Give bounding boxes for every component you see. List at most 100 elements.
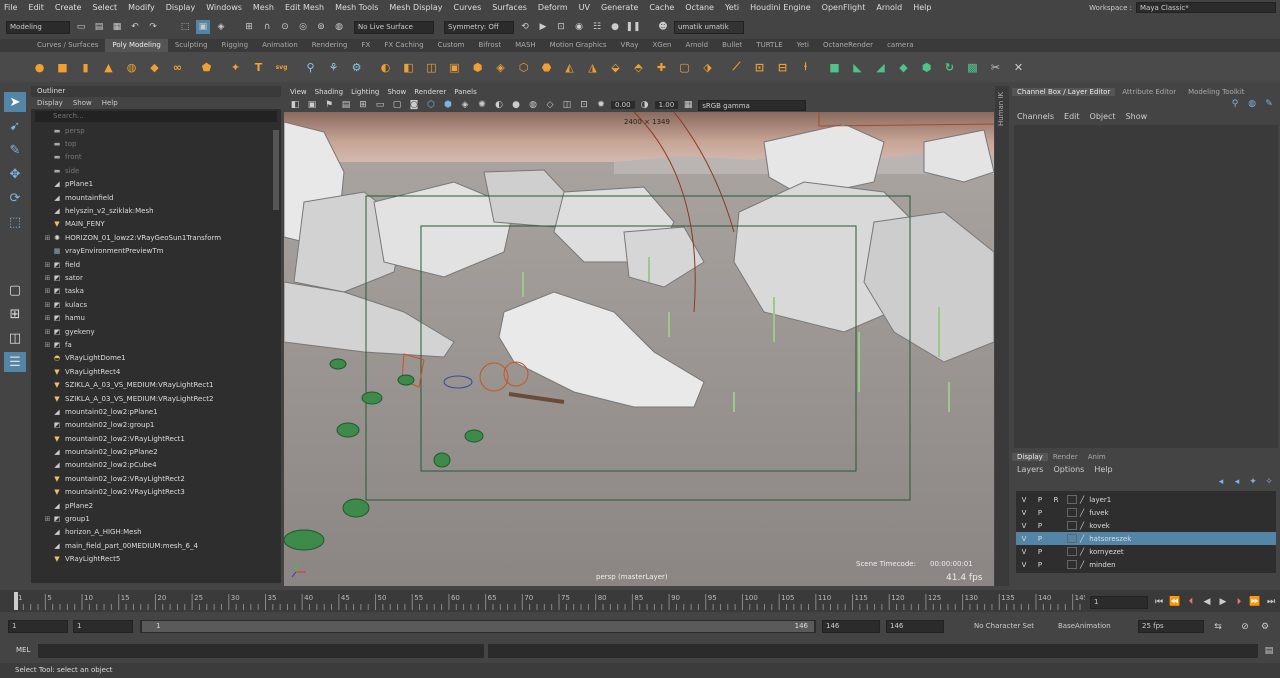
extrude-icon[interactable]: ◮ <box>583 58 602 77</box>
layer-name[interactable]: fuvek <box>1087 509 1276 517</box>
menu-display[interactable]: Display <box>166 3 196 12</box>
color-space-dropdown[interactable]: sRGB gamma <box>698 99 807 111</box>
scale-tool-icon[interactable]: ⬚ <box>4 212 26 232</box>
range-bar[interactable]: 1 146 <box>140 620 816 633</box>
outliner-search-input[interactable]: Search... <box>35 111 277 122</box>
expand-toggle[interactable]: ⊞ <box>43 261 52 269</box>
layer-menu-layers[interactable]: Layers <box>1017 465 1043 474</box>
shelf-tab-rendering[interactable]: Rendering <box>305 39 355 52</box>
select-object-icon[interactable]: ▣ <box>196 20 210 34</box>
poly-cone-icon[interactable]: ▲ <box>99 58 118 77</box>
connect-icon[interactable]: ⊟ <box>773 58 792 77</box>
menu-curves[interactable]: Curves <box>453 3 481 12</box>
wedge-icon[interactable]: ⬘ <box>629 58 648 77</box>
layer-color-swatch[interactable] <box>1067 560 1077 569</box>
shadows-icon[interactable]: ◐ <box>492 98 506 112</box>
platonic-solid-icon[interactable]: ⬟ <box>197 58 216 77</box>
textured-icon[interactable]: ◈ <box>458 98 472 112</box>
single-pane-icon[interactable]: ▢ <box>4 280 26 300</box>
shelf-tab-turtle[interactable]: TURTLE <box>749 39 789 52</box>
retopo-icon[interactable]: ⬡ <box>514 58 533 77</box>
playback-start-field[interactable]: 1 <box>73 620 133 633</box>
outliner-item[interactable]: ▬ side <box>43 164 281 177</box>
outliner-item[interactable]: ⊞ ◩ kulacs <box>43 298 281 311</box>
append-icon[interactable]: ⬙ <box>606 58 625 77</box>
layer-playback-toggle[interactable]: P <box>1032 522 1048 530</box>
redo-icon[interactable]: ↷ <box>146 20 160 34</box>
extract-icon[interactable]: ◫ <box>422 58 441 77</box>
wrap-icon[interactable]: ⬗ <box>698 58 717 77</box>
menu-file[interactable]: File <box>4 3 17 12</box>
viewport-menu-panels[interactable]: Panels <box>454 86 477 98</box>
menu-houdini-engine[interactable]: Houdini Engine <box>750 3 811 12</box>
layer-row[interactable]: V P ╱ kovek <box>1016 519 1276 532</box>
menu-create[interactable]: Create <box>55 3 82 12</box>
bounding-box-icon[interactable]: ▢ <box>675 58 694 77</box>
svg-icon[interactable]: svg <box>272 58 291 77</box>
layer-name[interactable]: minden <box>1087 561 1276 569</box>
layer-move-up-icon[interactable]: ◂ <box>1214 475 1228 489</box>
current-frame-field[interactable]: 1 <box>1090 596 1148 609</box>
outliner-item[interactable]: ◢ mountain02_low2:pCube4 <box>43 459 281 472</box>
outliner-item[interactable]: ◓ VRayLightDome1 <box>43 352 281 365</box>
menu-arnold[interactable]: Arnold <box>876 3 902 12</box>
outliner-item[interactable]: ⊞ ✺ HORIZON_01_lowz2:VRayGeoSun1Transform <box>43 231 281 244</box>
layer-playback-toggle[interactable]: P <box>1032 535 1048 543</box>
shelf-tab-motion-graphics[interactable]: Motion Graphics <box>543 39 614 52</box>
separate-icon[interactable]: ⚘ <box>324 58 343 77</box>
outliner-item[interactable]: ▬ front <box>43 151 281 164</box>
xray-icon[interactable]: ◫ <box>560 98 574 112</box>
tab-modeling-toolkit[interactable]: Modeling Toolkit <box>1183 88 1249 96</box>
select-tool-icon[interactable]: ➤ <box>4 92 26 112</box>
smooth-shade-icon[interactable]: ⬢ <box>441 98 455 112</box>
viewport-menu-view[interactable]: View <box>290 86 307 98</box>
menu-edit-mesh[interactable]: Edit Mesh <box>285 3 324 12</box>
outliner-item[interactable]: ▼ SZIKLA_A_03_VS_MEDIUM:VRayLightRect2 <box>43 392 281 405</box>
layer-row[interactable]: V P ╱ fuvek <box>1016 506 1276 519</box>
outliner-item[interactable]: ▼ mountain02_low2:VRayLightRect3 <box>43 486 281 499</box>
render-sequence-icon[interactable]: ⊡ <box>554 20 568 34</box>
outliner-menu-display[interactable]: Display <box>37 97 63 109</box>
ipr-render-icon[interactable]: ◉ <box>572 20 586 34</box>
channel-menu-object[interactable]: Object <box>1090 112 1116 121</box>
time-ruler[interactable]: 1 5 10 15 20 25 30 35 40 45 50 55 60 65 70 75 80 85 90 95 10… <box>0 590 1085 612</box>
tab-attribute-editor[interactable]: Attribute Editor <box>1117 88 1181 96</box>
go-end-icon[interactable]: ⏭ <box>1264 595 1278 609</box>
channel-icon-a[interactable]: ⚲ <box>1228 97 1242 111</box>
poly-cube-icon[interactable]: ■ <box>53 58 72 77</box>
select-hierarchy-icon[interactable]: ⬚ <box>178 20 192 34</box>
outliner-item[interactable]: ◢ pPlane1 <box>43 178 281 191</box>
fill-hole-icon[interactable]: ▣ <box>445 58 464 77</box>
outliner-menu-show[interactable]: Show <box>73 97 92 109</box>
shelf-tab-sculpting[interactable]: Sculpting <box>168 39 215 52</box>
character-set-dropdown[interactable]: No Character Set <box>974 620 1054 633</box>
antialias-icon[interactable]: ◍ <box>526 98 540 112</box>
scene-view[interactable]: 2400 × 1349 persp (masterLayer) Scene Ti… <box>284 112 994 586</box>
snap-point-icon[interactable]: ⊙ <box>278 20 292 34</box>
step-back-key-icon[interactable]: ⏪ <box>1168 595 1182 609</box>
layer-visibility-toggle[interactable]: V <box>1016 548 1032 556</box>
time-slider[interactable]: 1 5 10 15 20 25 30 35 40 45 50 55 60 65 70 75 80 85 90 95 10… <box>0 590 1280 612</box>
user-account-dropdown[interactable]: umatik umatik <box>674 20 744 34</box>
layer-name[interactable]: hatsoreszek <box>1087 534 1276 543</box>
exposure-icon[interactable]: ✹ <box>594 98 608 112</box>
bookmark-icon[interactable]: ⚑ <box>322 98 336 112</box>
new-layer-icon[interactable]: ✦ <box>1246 475 1260 489</box>
layer-tab-display[interactable]: Display <box>1012 453 1048 461</box>
layer-color-swatch[interactable] <box>1067 495 1077 504</box>
isolate-icon[interactable]: ◇ <box>543 98 557 112</box>
film-gate-icon[interactable]: ▭ <box>373 98 387 112</box>
gate-mask-icon[interactable]: ◙ <box>407 98 421 112</box>
paint-select-icon[interactable]: ✎ <box>4 140 26 160</box>
shelf-tab-camera[interactable]: camera <box>880 39 920 52</box>
outliner-scrollbar[interactable] <box>273 130 279 210</box>
channel-icon-b[interactable]: ◍ <box>1245 97 1259 111</box>
new-layer-selected-icon[interactable]: ✧ <box>1262 475 1276 489</box>
boolean-icon[interactable]: ◐ <box>376 58 395 77</box>
menu-uv[interactable]: UV <box>579 3 590 12</box>
grid-icon[interactable]: ⊞ <box>356 98 370 112</box>
layer-row[interactable]: V P ╱ hatsoreszek <box>1016 532 1276 545</box>
expand-toggle[interactable]: ⊞ <box>43 234 52 242</box>
layer-visibility-toggle[interactable]: V <box>1016 535 1032 543</box>
script-editor-icon[interactable]: ▤ <box>1262 644 1276 658</box>
